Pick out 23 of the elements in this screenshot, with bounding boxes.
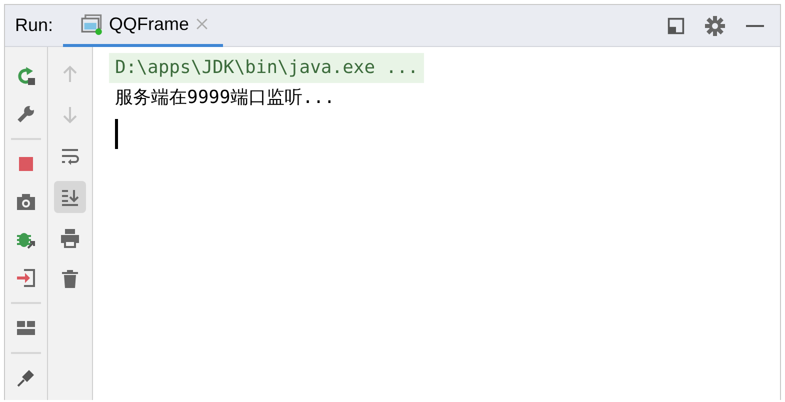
close-icon bbox=[195, 17, 210, 31]
wrench-icon bbox=[16, 104, 36, 124]
bug-icon bbox=[16, 230, 36, 250]
run-label: Run: bbox=[14, 14, 54, 37]
scroll-to-end-icon bbox=[60, 187, 80, 207]
settings-button[interactable] bbox=[704, 14, 726, 36]
restore-button[interactable] bbox=[666, 16, 686, 36]
window-icon bbox=[81, 13, 103, 35]
exit-icon bbox=[16, 268, 36, 288]
panel-icon bbox=[667, 16, 685, 34]
scroll-to-end-button[interactable] bbox=[54, 181, 86, 213]
printer-icon bbox=[60, 228, 80, 248]
layout-icon bbox=[16, 318, 36, 338]
run-tab[interactable]: QQFrame bbox=[63, 4, 224, 46]
pin-icon bbox=[16, 368, 36, 388]
stop-icon bbox=[16, 154, 36, 174]
minimize-icon bbox=[746, 24, 764, 26]
camera-icon bbox=[16, 192, 36, 212]
settings-icon bbox=[705, 16, 725, 36]
trash-icon bbox=[60, 269, 80, 289]
output-line: 服务端在9999端口监听... bbox=[114, 86, 336, 110]
rerun-icon bbox=[16, 66, 36, 86]
soft-wrap-icon bbox=[60, 146, 80, 166]
